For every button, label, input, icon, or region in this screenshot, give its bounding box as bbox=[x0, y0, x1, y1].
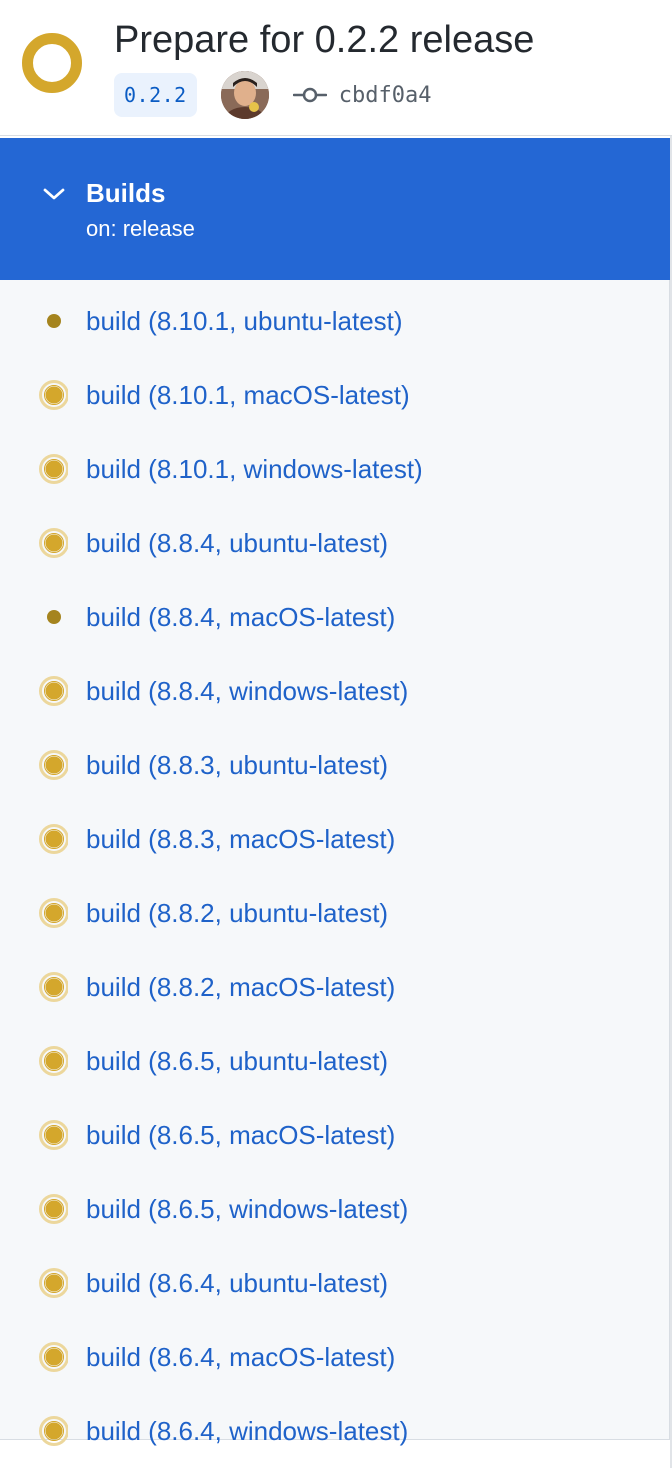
job-item[interactable]: build (8.8.2, ubuntu-latest) bbox=[0, 876, 668, 950]
in-progress-icon bbox=[36, 823, 69, 855]
job-link[interactable]: build (8.8.4, ubuntu-latest) bbox=[86, 526, 388, 560]
queued-dot-icon bbox=[36, 305, 68, 337]
job-item[interactable]: build (8.10.1, macOS-latest) bbox=[0, 358, 668, 432]
workflow-name: Builds bbox=[86, 178, 166, 208]
commit-sha[interactable]: cbdf0a4 bbox=[339, 83, 432, 108]
in-progress-icon bbox=[36, 453, 69, 485]
git-commit-icon bbox=[292, 85, 327, 105]
job-link[interactable]: build (8.8.2, ubuntu-latest) bbox=[86, 896, 388, 930]
chevron-down-icon[interactable] bbox=[42, 186, 66, 202]
job-item[interactable]: build (8.6.4, ubuntu-latest) bbox=[0, 1246, 668, 1320]
job-link[interactable]: build (8.6.5, ubuntu-latest) bbox=[86, 1044, 388, 1078]
in-progress-icon bbox=[36, 1415, 69, 1447]
workflow-run-page: Prepare for 0.2.2 release 0.2.2 cbdf0a4 … bbox=[0, 0, 672, 1468]
tag-badge[interactable]: 0.2.2 bbox=[114, 73, 197, 117]
job-item[interactable]: build (8.8.4, macOS-latest) bbox=[0, 580, 668, 654]
job-link[interactable]: build (8.6.4, windows-latest) bbox=[86, 1414, 408, 1448]
job-item[interactable]: build (8.6.5, ubuntu-latest) bbox=[0, 1024, 668, 1098]
in-progress-icon bbox=[36, 379, 69, 411]
in-progress-icon bbox=[36, 1193, 69, 1225]
job-item[interactable]: build (8.8.3, ubuntu-latest) bbox=[0, 728, 668, 802]
job-link[interactable]: build (8.10.1, macOS-latest) bbox=[86, 378, 410, 412]
in-progress-icon bbox=[36, 1341, 69, 1373]
job-link[interactable]: build (8.10.1, ubuntu-latest) bbox=[86, 304, 403, 338]
in-progress-icon bbox=[36, 1267, 69, 1299]
job-item[interactable]: build (8.8.2, macOS-latest) bbox=[0, 950, 668, 1024]
job-item[interactable]: build (8.8.4, windows-latest) bbox=[0, 654, 668, 728]
job-item[interactable]: build (8.6.5, windows-latest) bbox=[0, 1172, 668, 1246]
run-header: Prepare for 0.2.2 release 0.2.2 cbdf0a4 bbox=[0, 0, 672, 136]
in-progress-icon bbox=[36, 749, 69, 781]
in-progress-icon bbox=[36, 1119, 69, 1151]
job-link[interactable]: build (8.8.4, macOS-latest) bbox=[86, 600, 395, 634]
in-progress-icon bbox=[36, 897, 69, 929]
in-progress-icon bbox=[36, 971, 69, 1003]
job-item[interactable]: build (8.6.5, macOS-latest) bbox=[0, 1098, 668, 1172]
job-item[interactable]: build (8.8.4, ubuntu-latest) bbox=[0, 506, 668, 580]
run-title: Prepare for 0.2.2 release bbox=[114, 19, 535, 61]
workflow-trigger: on: release bbox=[86, 216, 195, 241]
in-progress-status-icon bbox=[22, 33, 82, 93]
job-link[interactable]: build (8.8.2, macOS-latest) bbox=[86, 970, 395, 1004]
in-progress-icon bbox=[36, 675, 69, 707]
job-link[interactable]: build (8.6.5, macOS-latest) bbox=[86, 1118, 395, 1152]
avatar[interactable] bbox=[220, 71, 269, 119]
job-link[interactable]: build (8.8.3, macOS-latest) bbox=[86, 822, 395, 856]
job-link[interactable]: build (8.6.4, ubuntu-latest) bbox=[86, 1266, 388, 1300]
job-item[interactable]: build (8.6.4, macOS-latest) bbox=[0, 1320, 668, 1394]
job-item[interactable]: build (8.8.3, macOS-latest) bbox=[0, 802, 668, 876]
workflow-header[interactable]: Builds on: release bbox=[0, 138, 670, 280]
job-link[interactable]: build (8.8.4, windows-latest) bbox=[86, 674, 408, 708]
run-meta: 0.2.2 cbdf0a4 bbox=[114, 71, 432, 119]
job-link[interactable]: build (8.6.5, windows-latest) bbox=[86, 1192, 408, 1226]
in-progress-icon bbox=[36, 527, 69, 559]
job-link[interactable]: build (8.10.1, windows-latest) bbox=[86, 452, 423, 486]
job-item[interactable]: build (8.10.1, ubuntu-latest) bbox=[0, 284, 668, 358]
job-link[interactable]: build (8.6.4, macOS-latest) bbox=[86, 1340, 395, 1374]
job-item[interactable]: build (8.10.1, windows-latest) bbox=[0, 432, 668, 506]
job-item[interactable]: build (8.6.4, windows-latest) bbox=[0, 1394, 668, 1468]
queued-dot-icon bbox=[36, 601, 68, 633]
in-progress-icon bbox=[36, 1045, 69, 1077]
job-link[interactable]: build (8.8.3, ubuntu-latest) bbox=[86, 748, 388, 782]
avatar-photo bbox=[220, 71, 269, 119]
job-list: build (8.10.1, ubuntu-latest) build (8.10… bbox=[0, 280, 670, 1446]
